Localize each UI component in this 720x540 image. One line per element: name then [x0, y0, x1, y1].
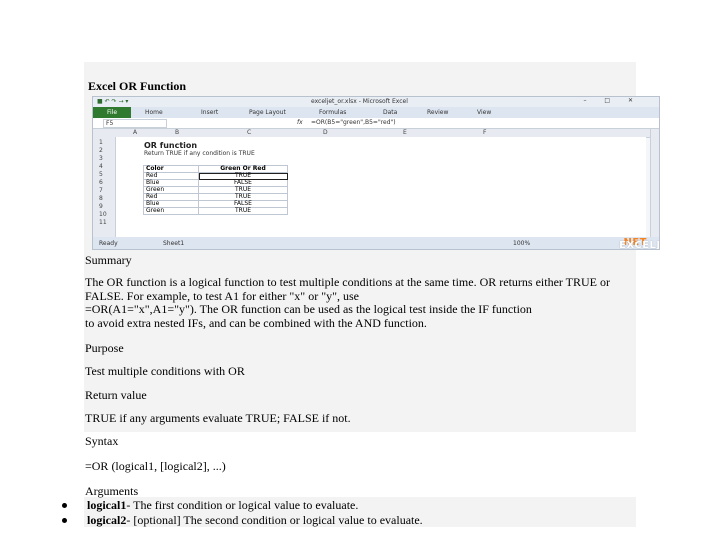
- row-headers: 1 2 3 4 5 6 7 8 9 10 11: [93, 137, 116, 237]
- row-header: 7: [99, 187, 103, 194]
- excel-ribbon: Home Insert Page Layout Formulas Data Re…: [93, 107, 659, 118]
- row-header: 5: [99, 171, 103, 178]
- row-header: 10: [99, 211, 107, 218]
- row-header: 1: [99, 139, 103, 146]
- ribbon-tab-formulas: Formulas: [319, 109, 347, 116]
- argument-name: logical2: [87, 513, 127, 527]
- sheet-table: Color Green Or Red Red TRUE Blue FALSE G…: [143, 165, 288, 215]
- sheet-tab: Sheet1: [163, 240, 185, 247]
- sheet-heading: OR function: [144, 141, 198, 150]
- ribbon-tab-home: Home: [145, 109, 163, 116]
- argument-description: - [optional] The second condition or log…: [126, 513, 423, 527]
- ribbon-tab-insert: Insert: [201, 109, 219, 116]
- quick-access-toolbar: ■ ↶ ↷ → ▾: [97, 98, 129, 105]
- ribbon-tab-view: View: [477, 109, 492, 116]
- exceljet-logo: EXCELJET.NET: [619, 237, 660, 250]
- summary-line: FALSE. For example, to test A1 for eithe…: [85, 288, 359, 303]
- argument-description: - The first condition or logical value t…: [126, 498, 359, 512]
- summary-line: to avoid extra nested IFs, and can be co…: [85, 315, 427, 330]
- column-header: D: [323, 129, 328, 136]
- column-header: C: [247, 129, 252, 136]
- bullet-icon: [62, 503, 67, 508]
- bullet-icon: [62, 518, 67, 523]
- row-header: 8: [99, 195, 103, 202]
- ribbon-tab-page-layout: Page Layout: [249, 109, 286, 116]
- table-cell: Green: [143, 207, 199, 215]
- row-header: 4: [99, 163, 103, 170]
- summary-line: =OR(A1="x",A1="y"). The OR function can …: [85, 302, 532, 316]
- file-tab: File: [93, 107, 131, 118]
- page-title: Excel OR Function: [88, 79, 186, 93]
- return-value-heading: Return value: [85, 388, 147, 402]
- summary-heading: Summary: [85, 253, 132, 267]
- list-item: logical1 - The first condition or logica…: [60, 498, 423, 513]
- zoom-level: 100%: [513, 240, 531, 247]
- excel-screenshot: ■ ↶ ↷ → ▾ exceljet_or.xlsx - Microsoft E…: [92, 96, 660, 250]
- excel-status-bar: Ready Sheet1 100% EXCELJET.NET: [93, 237, 659, 249]
- row-header: 6: [99, 179, 103, 186]
- column-header: E: [403, 129, 407, 136]
- summary-line: The OR function is a logical function to…: [85, 275, 611, 289]
- syntax-text: =OR (logical1, [logical2], ...): [85, 459, 226, 473]
- row-header: 9: [99, 203, 103, 210]
- row-header: 3: [99, 155, 103, 162]
- return-value-text: TRUE if any arguments evaluate TRUE; FAL…: [85, 411, 351, 425]
- arguments-list: logical1 - The first condition or logica…: [60, 498, 423, 528]
- row-header: 11: [99, 219, 107, 226]
- fx-icon: fx: [297, 119, 303, 126]
- column-header: A: [133, 129, 138, 136]
- table-cell: TRUE: [198, 207, 288, 215]
- purpose-text: Test multiple conditions with OR: [85, 364, 245, 378]
- row-header: 2: [99, 147, 103, 154]
- purpose-heading: Purpose: [85, 341, 124, 355]
- list-item: logical2 - [optional] The second conditi…: [60, 513, 423, 528]
- status-ready: Ready: [99, 240, 118, 247]
- excel-title-bar: ■ ↶ ↷ → ▾ exceljet_or.xlsx - Microsoft E…: [93, 97, 659, 107]
- summary-paragraph: The OR function is a logical function to…: [85, 275, 625, 330]
- name-box: F5: [103, 119, 167, 128]
- column-header: B: [175, 129, 180, 136]
- window-controls: – □ ✕: [583, 97, 641, 104]
- formula-bar: F5 fx =OR(B5="green",B5="red"): [93, 118, 659, 129]
- arguments-heading: Arguments: [85, 484, 139, 498]
- formula-text: =OR(B5="green",B5="red"): [311, 119, 396, 126]
- argument-name: logical1: [87, 498, 127, 512]
- sheet-subheading: Return TRUE if any condition is TRUE: [144, 150, 255, 157]
- vertical-scrollbar: [650, 129, 659, 237]
- worksheet-grid: OR function Return TRUE if any condition…: [116, 137, 646, 237]
- excel-window-title: exceljet_or.xlsx - Microsoft Excel: [311, 98, 408, 105]
- syntax-heading: Syntax: [85, 434, 119, 448]
- column-header: F: [483, 129, 487, 136]
- ribbon-tab-data: Data: [383, 109, 398, 116]
- ribbon-tab-review: Review: [427, 109, 449, 116]
